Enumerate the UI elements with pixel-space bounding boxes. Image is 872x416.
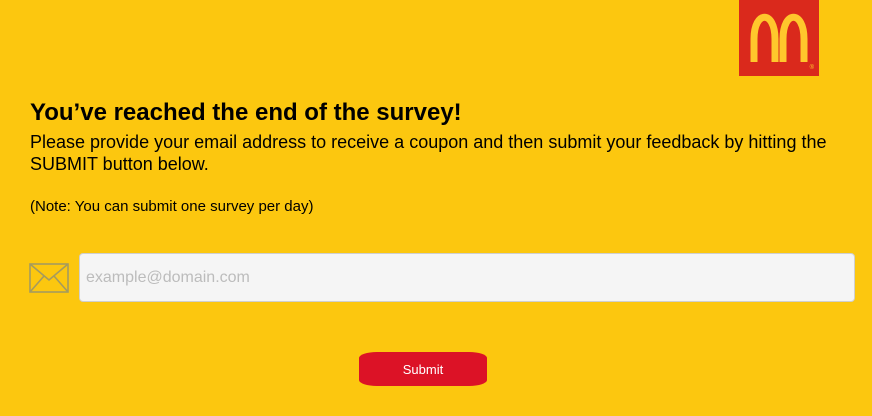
envelope-icon xyxy=(29,263,69,293)
email-input[interactable] xyxy=(79,253,855,302)
survey-limit-note: (Note: You can submit one survey per day… xyxy=(30,198,314,215)
instructions-text: Please provide your email address to rec… xyxy=(30,132,827,174)
registered-mark: ® xyxy=(809,65,814,71)
page-title: You’ve reached the end of the survey! xyxy=(30,99,462,126)
submit-button[interactable]: Submit xyxy=(359,352,487,386)
mcdonalds-logo: ® xyxy=(739,0,819,76)
golden-arches-icon xyxy=(750,14,808,62)
